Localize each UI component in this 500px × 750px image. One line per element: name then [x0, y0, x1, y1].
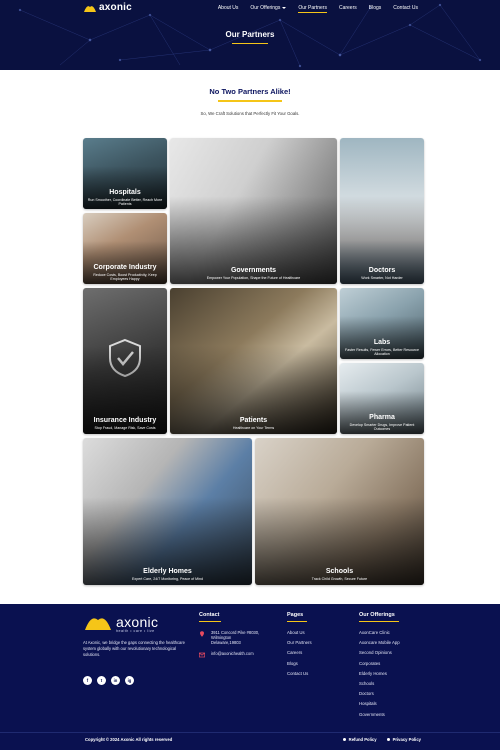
partner-card-patients[interactable]: Patients Healthcare on Your Terms	[170, 288, 337, 434]
card-title: Doctors	[368, 267, 396, 274]
offerings-list: AxonCare Clinic Axoncare Mobile App Seco…	[359, 628, 400, 720]
brand-name: axonic	[99, 2, 132, 13]
hero-banner: axonic About Us Our Offerings Our Partne…	[0, 0, 500, 70]
card-description: Empower Your Population, Shape the Futur…	[206, 276, 301, 280]
card-description: Healthcare on Your Terms	[232, 426, 275, 430]
location-pin-icon	[200, 631, 204, 637]
card-title: Schools	[325, 568, 354, 575]
nav-our-offerings[interactable]: Our Offerings	[250, 5, 287, 13]
copyright: Copyright © 2024 Axonic All rights reser…	[85, 737, 173, 742]
card-title: Pharma	[369, 414, 395, 421]
footer-link-careers[interactable]: Careers	[287, 648, 312, 658]
section-subheading: So, We Craft Solutions that Perfectly Fi…	[200, 111, 300, 116]
pages-heading: Pages	[287, 612, 304, 618]
footer-offering-link[interactable]: Axoncare Mobile App	[359, 638, 400, 648]
contact-info: 3911 Concord Pike #8030, Wilmington Dela…	[199, 630, 261, 664]
nav-blogs[interactable]: Blogs	[369, 5, 382, 13]
card-description: Faster Results, Fewer Errors, Better Res…	[345, 348, 419, 357]
footer-offering-link[interactable]: Schools	[359, 679, 400, 689]
footer-offering-link[interactable]: Governments	[359, 710, 400, 720]
partner-card-hospitals[interactable]: Hospitals Run Smoother, Coordinate Bette…	[83, 138, 167, 209]
partner-card-doctors[interactable]: Doctors Work Smarter, Not Harder	[340, 138, 424, 284]
heading-underline	[218, 100, 282, 102]
main-menu: About Us Our Offerings Our Partners Care…	[218, 5, 418, 13]
refund-policy-label: Refund Policy	[348, 737, 377, 742]
footer-divider	[0, 732, 500, 733]
page-title: Our Partners	[225, 30, 275, 39]
footer-offering-link[interactable]: Second Opinions	[359, 648, 400, 658]
card-description: Stop Fraud, Manage Risk, Save Costs	[94, 426, 156, 430]
footer-offering-link[interactable]: AxonCare Clinic	[359, 628, 400, 638]
nav-our-offerings-label: Our Offerings	[250, 5, 281, 11]
partner-card-elderly-homes[interactable]: Elderly Homes Expert Care, 24/7 Monitori…	[83, 438, 252, 585]
card-description: Expert Care, 24/7 Monitoring, Peace of M…	[132, 577, 203, 581]
card-title: Governments	[230, 267, 277, 274]
partner-card-pharma[interactable]: Pharma Develop Smarter Drugs, Improve Pa…	[340, 363, 424, 434]
title-underline	[232, 43, 268, 44]
card-title: Elderly Homes	[143, 568, 192, 575]
bullet-icon	[342, 738, 346, 742]
brand-logo[interactable]: axonic	[83, 2, 132, 13]
card-title: Insurance Industry	[93, 417, 157, 424]
facebook-icon[interactable]: f	[83, 676, 92, 685]
top-nav: axonic About Us Our Offerings Our Partne…	[0, 0, 500, 18]
contact-address: 3911 Concord Pike #8030, Wilmington Dela…	[211, 630, 260, 645]
twitter-icon[interactable]: t	[97, 676, 106, 685]
instagram-icon[interactable]: ig	[125, 676, 134, 685]
footer-link-our-partners[interactable]: Our Partners	[287, 638, 312, 648]
partner-card-governments[interactable]: Governments Empower Your Population, Sha…	[170, 138, 337, 284]
footer-link-blogs[interactable]: Blogs	[287, 659, 312, 669]
card-description: Develop Smarter Drugs, Improve Patient O…	[349, 423, 415, 432]
card-description: Track Child Growth, Secure Future	[311, 577, 368, 581]
refund-policy-link[interactable]: Refund Policy	[342, 737, 377, 742]
footer-link-contact-us[interactable]: Contact Us	[287, 669, 312, 679]
footer-tagline: health • care • live	[116, 629, 155, 633]
section-heading: No Two Partners Alike!	[209, 87, 291, 96]
bullet-icon	[386, 738, 390, 742]
card-title: Corporate Industry	[93, 264, 157, 271]
card-title: Labs	[373, 339, 391, 346]
partner-card-insurance-industry[interactable]: Insurance Industry Stop Fraud, Manage Ri…	[83, 288, 167, 434]
card-title: Hospitals	[109, 189, 141, 196]
partner-card-corporate-industry[interactable]: Corporate Industry Reduce Costs, Boost P…	[83, 213, 167, 284]
linkedin-icon[interactable]: in	[111, 676, 120, 685]
chevron-down-icon	[282, 6, 287, 9]
nav-our-partners[interactable]: Our Partners	[298, 5, 327, 13]
footer-offering-link[interactable]: Corporates	[359, 659, 400, 669]
social-links: f t in ig	[83, 676, 134, 685]
footer-offering-link[interactable]: Hospitals	[359, 699, 400, 709]
card-description: Work Smarter, Not Harder	[361, 276, 403, 280]
card-title: Patients	[239, 417, 268, 424]
nav-contact-us[interactable]: Contact Us	[393, 5, 418, 13]
card-description: Reduce Costs, Boost Productivity, Keep E…	[93, 273, 157, 282]
axonic-logo-icon	[84, 5, 96, 12]
footer-about: At Axonic, we bridge the gaps connecting…	[83, 640, 185, 657]
contact-email[interactable]: info@axonichealth.com	[211, 651, 254, 656]
card-description: Run Smoother, Coordinate Better, Reach M…	[87, 198, 163, 207]
footer-offering-link[interactable]: Doctors	[359, 689, 400, 699]
legal-links: Refund Policy Privacy Policy	[342, 737, 421, 742]
offerings-heading: Our Offerings	[359, 612, 395, 618]
privacy-policy-label: Privacy Policy	[392, 737, 421, 742]
axonic-logo-icon	[85, 618, 111, 630]
partner-card-labs[interactable]: Labs Faster Results, Fewer Errors, Bette…	[340, 288, 424, 359]
site-footer: axonic health • care • live At Axonic, w…	[0, 604, 500, 750]
nav-careers[interactable]: Careers	[339, 5, 357, 13]
privacy-policy-link[interactable]: Privacy Policy	[386, 737, 421, 742]
footer-link-about-us[interactable]: About Us	[287, 628, 312, 638]
nav-about-us[interactable]: About Us	[218, 5, 239, 13]
contact-heading: Contact	[199, 612, 220, 618]
mail-icon	[199, 652, 205, 658]
pages-list: About Us Our Partners Careers Blogs Cont…	[287, 628, 312, 679]
partner-card-schools[interactable]: Schools Track Child Growth, Secure Futur…	[255, 438, 424, 585]
footer-offering-link[interactable]: Elderly Homes	[359, 669, 400, 679]
footer-brand-name: axonic	[116, 614, 159, 630]
